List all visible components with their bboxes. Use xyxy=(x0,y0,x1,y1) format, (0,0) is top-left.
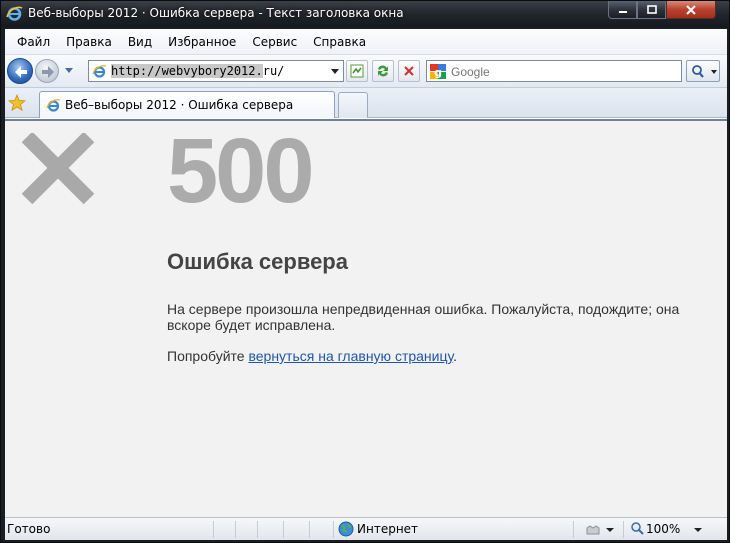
menu-file[interactable]: Файл xyxy=(9,29,58,55)
search-icon xyxy=(692,65,704,78)
minimize-button[interactable] xyxy=(608,1,637,19)
tab-bar: Веб–выборы 2012 · Ошибка сервера xyxy=(5,88,727,118)
stop-icon xyxy=(404,66,414,76)
error-title: Ошибка сервера xyxy=(167,249,348,274)
suggestion-suffix: . xyxy=(453,348,457,364)
refresh-button[interactable] xyxy=(372,60,394,82)
ie-icon xyxy=(6,5,23,22)
status-divider xyxy=(623,521,624,538)
favorites-star-icon[interactable] xyxy=(7,93,27,115)
security-zone: Интернет xyxy=(357,522,419,536)
big-x-icon xyxy=(21,131,95,208)
forward-button[interactable] xyxy=(35,59,59,83)
status-divider xyxy=(213,521,214,538)
refresh-icon xyxy=(378,65,388,77)
forward-icon xyxy=(42,66,54,78)
svg-text:g: g xyxy=(434,66,442,79)
status-divider xyxy=(309,521,310,538)
navigation-bar: g xyxy=(5,55,727,88)
close-icon xyxy=(686,4,696,15)
status-divider xyxy=(573,521,574,538)
tab-ie-icon xyxy=(46,98,61,116)
url-input[interactable] xyxy=(111,63,319,79)
status-text: Готово xyxy=(7,522,51,536)
google-icon: g xyxy=(430,64,446,79)
status-bar: Готово Интернет 100% xyxy=(5,517,727,540)
window-title: Веб-выборы 2012 · Ошибка сервера - Текст… xyxy=(28,6,404,20)
url-dropdown-arrow[interactable] xyxy=(331,69,339,74)
zoom-icon[interactable] xyxy=(630,521,645,539)
search-input[interactable] xyxy=(451,64,671,79)
status-divider xyxy=(235,521,236,538)
error-message: На сервере произошла непредвиденная ошиб… xyxy=(167,301,680,333)
new-tab-button[interactable] xyxy=(338,92,368,118)
menu-edit[interactable]: Правка xyxy=(58,29,120,55)
menu-tools[interactable]: Сервис xyxy=(244,29,305,55)
search-button[interactable] xyxy=(686,60,720,82)
minimize-icon xyxy=(618,10,627,13)
home-link[interactable]: вернуться на главную страницу xyxy=(248,348,453,364)
suggestion-prefix: Попробуйте xyxy=(167,348,249,364)
zoom-dropdown[interactable] xyxy=(694,528,702,532)
search-options-dropdown[interactable] xyxy=(711,70,717,74)
browser-window: Веб-выборы 2012 · Ошибка сервера - Текст… xyxy=(0,0,730,543)
title-bar[interactable]: Веб-выборы 2012 · Ошибка сервера - Текст… xyxy=(1,1,729,27)
status-divider xyxy=(283,521,284,538)
compat-icon xyxy=(350,64,364,78)
tab-label: Веб–выборы 2012 · Ошибка сервера xyxy=(65,98,294,112)
compatibility-view-button[interactable] xyxy=(346,60,368,82)
close-button[interactable] xyxy=(666,1,716,19)
maximize-icon xyxy=(646,5,657,14)
error-code: 500 xyxy=(167,120,314,222)
zoom-level[interactable]: 100% xyxy=(646,522,680,536)
search-box[interactable]: g xyxy=(426,60,682,82)
menu-view[interactable]: Вид xyxy=(120,29,160,55)
tab-active[interactable]: Веб–выборы 2012 · Ошибка сервера xyxy=(39,91,335,118)
recent-pages-dropdown[interactable] xyxy=(65,68,73,73)
page-content: 500 Ошибка сервера На сервере произошла … xyxy=(5,119,727,517)
address-bar[interactable] xyxy=(88,60,344,82)
protected-mode-dropdown[interactable] xyxy=(606,528,614,532)
back-button[interactable] xyxy=(7,58,33,84)
menu-help[interactable]: Справка xyxy=(305,29,374,55)
menu-favorites[interactable]: Избранное xyxy=(160,29,244,55)
error-suggestion: Попробуйте вернуться на главную страницу… xyxy=(167,348,457,364)
status-divider xyxy=(257,521,258,538)
back-icon xyxy=(15,66,27,78)
client-area: Файл Правка Вид Избранное Сервис Справка xyxy=(5,29,727,540)
maximize-button[interactable] xyxy=(637,1,666,19)
stop-button[interactable] xyxy=(398,60,420,82)
globe-icon xyxy=(338,521,354,540)
page-icon xyxy=(92,64,107,79)
status-divider xyxy=(333,521,334,538)
lock-icon[interactable] xyxy=(585,522,601,539)
menu-bar: Файл Правка Вид Избранное Сервис Справка xyxy=(5,29,727,55)
